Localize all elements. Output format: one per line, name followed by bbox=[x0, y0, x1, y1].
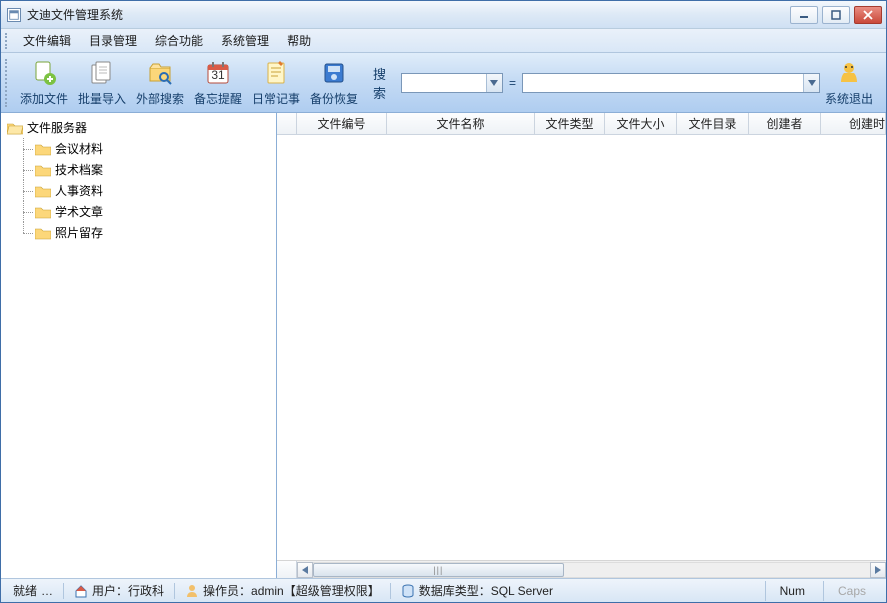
tree-item[interactable]: 照片留存 bbox=[17, 222, 274, 243]
folder-icon bbox=[35, 142, 51, 156]
reminder-icon: 31 bbox=[203, 59, 233, 87]
daily-notes-label: 日常记事 bbox=[252, 90, 300, 107]
scroll-left-button[interactable] bbox=[297, 562, 313, 578]
scroll-thumb[interactable]: ||| bbox=[313, 563, 564, 577]
chevron-down-icon bbox=[486, 74, 502, 92]
batch-import-button[interactable]: 批量导入 bbox=[73, 56, 131, 110]
app-icon bbox=[7, 8, 21, 22]
tree-item[interactable]: 技术档案 bbox=[17, 159, 274, 180]
col-file-size[interactable]: 文件大小 bbox=[605, 113, 677, 134]
menu-file-edit[interactable]: 文件编辑 bbox=[15, 29, 79, 52]
reminder-button[interactable]: 31 备忘提醒 bbox=[189, 56, 247, 110]
svg-text:31: 31 bbox=[211, 68, 225, 82]
title-bar: 文迪文件管理系统 bbox=[1, 1, 886, 29]
toolbar: 添加文件 批量导入 外部搜索 31 备忘提醒 日常记事 bbox=[1, 53, 886, 113]
folder-icon bbox=[35, 163, 51, 177]
close-button[interactable] bbox=[854, 6, 882, 24]
backup-restore-label: 备份恢复 bbox=[310, 90, 358, 107]
database-icon bbox=[401, 584, 415, 598]
horizontal-scrollbar[interactable]: ||| bbox=[297, 560, 886, 578]
status-bar: 就绪 … 用户：行政科 操作员：admin【超级管理权限】 数据库类型：SQL S… bbox=[1, 578, 886, 602]
backup-restore-button[interactable]: 备份恢复 bbox=[305, 56, 363, 110]
external-search-icon bbox=[145, 59, 175, 87]
folder-icon bbox=[35, 184, 51, 198]
search-value-combo[interactable] bbox=[522, 73, 820, 93]
exit-label: 系统退出 bbox=[825, 90, 873, 107]
tree-root[interactable]: 文件服务器 bbox=[3, 117, 274, 138]
folder-icon bbox=[35, 226, 51, 240]
chevron-down-icon bbox=[803, 74, 819, 92]
exit-icon bbox=[834, 59, 864, 87]
minimize-button[interactable] bbox=[790, 6, 818, 24]
external-search-label: 外部搜索 bbox=[136, 90, 184, 107]
menu-dir-manage[interactable]: 目录管理 bbox=[81, 29, 145, 52]
col-creator[interactable]: 创建者 bbox=[749, 113, 821, 134]
tree-item[interactable]: 学术文章 bbox=[17, 201, 274, 222]
window-title: 文迪文件管理系统 bbox=[27, 6, 123, 23]
status-dots: … bbox=[41, 584, 53, 598]
search-field-combo[interactable] bbox=[401, 73, 503, 93]
home-icon bbox=[74, 584, 88, 598]
menu-help[interactable]: 帮助 bbox=[279, 29, 319, 52]
tree-item[interactable]: 人事资料 bbox=[17, 180, 274, 201]
add-file-button[interactable]: 添加文件 bbox=[15, 56, 73, 110]
search-label: 搜索 bbox=[373, 64, 395, 102]
menu-bar: 文件编辑 目录管理 综合功能 系统管理 帮助 bbox=[1, 29, 886, 53]
tree-item-label: 学术文章 bbox=[55, 203, 103, 220]
col-file-type[interactable]: 文件类型 bbox=[535, 113, 605, 134]
tree-item-label: 人事资料 bbox=[55, 182, 103, 199]
user-icon bbox=[185, 584, 199, 598]
grid-body[interactable] bbox=[277, 135, 886, 560]
row-selector-header[interactable] bbox=[277, 113, 297, 134]
batch-import-icon bbox=[87, 59, 117, 87]
status-operator-text: 操作员：admin【超级管理权限】 bbox=[203, 582, 380, 599]
search-area: 搜索 = bbox=[373, 64, 820, 102]
scroll-track[interactable]: ||| bbox=[313, 562, 870, 578]
batch-import-label: 批量导入 bbox=[78, 90, 126, 107]
folder-open-icon bbox=[7, 121, 23, 135]
col-file-no[interactable]: 文件编号 bbox=[297, 113, 387, 134]
daily-notes-icon bbox=[261, 59, 291, 87]
content-area: 文件服务器 会议材料 技术档案 人事资料 学术文章 bbox=[1, 113, 886, 578]
menubar-grip bbox=[5, 33, 11, 49]
status-ready-text: 就绪 bbox=[13, 582, 37, 599]
maximize-button[interactable] bbox=[822, 6, 850, 24]
tree-item-label: 照片留存 bbox=[55, 224, 103, 241]
add-file-label: 添加文件 bbox=[20, 90, 68, 107]
status-num: Num bbox=[765, 581, 819, 601]
backup-restore-icon bbox=[319, 59, 349, 87]
status-db-text: 数据库类型：SQL Server bbox=[419, 582, 553, 599]
status-user-text: 用户：行政科 bbox=[92, 582, 164, 599]
status-user: 用户：行政科 bbox=[68, 581, 170, 601]
folder-tree[interactable]: 文件服务器 会议材料 技术档案 人事资料 学术文章 bbox=[1, 113, 277, 578]
menu-composite[interactable]: 综合功能 bbox=[147, 29, 211, 52]
col-file-name[interactable]: 文件名称 bbox=[387, 113, 535, 134]
scroll-right-button[interactable] bbox=[870, 562, 886, 578]
menu-sys-manage[interactable]: 系统管理 bbox=[213, 29, 277, 52]
daily-notes-button[interactable]: 日常记事 bbox=[247, 56, 305, 110]
tree-item-label: 会议材料 bbox=[55, 140, 103, 157]
grid-corner bbox=[277, 560, 297, 578]
add-file-icon bbox=[29, 59, 59, 87]
col-file-dir[interactable]: 文件目录 bbox=[677, 113, 749, 134]
tree-item[interactable]: 会议材料 bbox=[17, 138, 274, 159]
status-operator: 操作员：admin【超级管理权限】 bbox=[179, 581, 386, 601]
tree-item-label: 技术档案 bbox=[55, 161, 103, 178]
toolbar-grip bbox=[5, 59, 11, 107]
reminder-label: 备忘提醒 bbox=[194, 90, 242, 107]
status-db: 数据库类型：SQL Server bbox=[395, 581, 559, 601]
exit-button[interactable]: 系统退出 bbox=[820, 56, 878, 110]
external-search-button[interactable]: 外部搜索 bbox=[131, 56, 189, 110]
col-create-time[interactable]: 创建时 bbox=[821, 113, 886, 134]
equals-label: = bbox=[509, 76, 516, 90]
status-caps: Caps bbox=[823, 581, 880, 601]
file-grid: 文件编号 文件名称 文件类型 文件大小 文件目录 创建者 创建时 ||| bbox=[277, 113, 886, 578]
app-window: 文迪文件管理系统 文件编辑 目录管理 综合功能 系统管理 帮助 bbox=[0, 0, 887, 603]
tree-root-label: 文件服务器 bbox=[27, 119, 87, 136]
status-ready: 就绪 … bbox=[7, 581, 59, 601]
folder-icon bbox=[35, 205, 51, 219]
grid-header: 文件编号 文件名称 文件类型 文件大小 文件目录 创建者 创建时 bbox=[277, 113, 886, 135]
